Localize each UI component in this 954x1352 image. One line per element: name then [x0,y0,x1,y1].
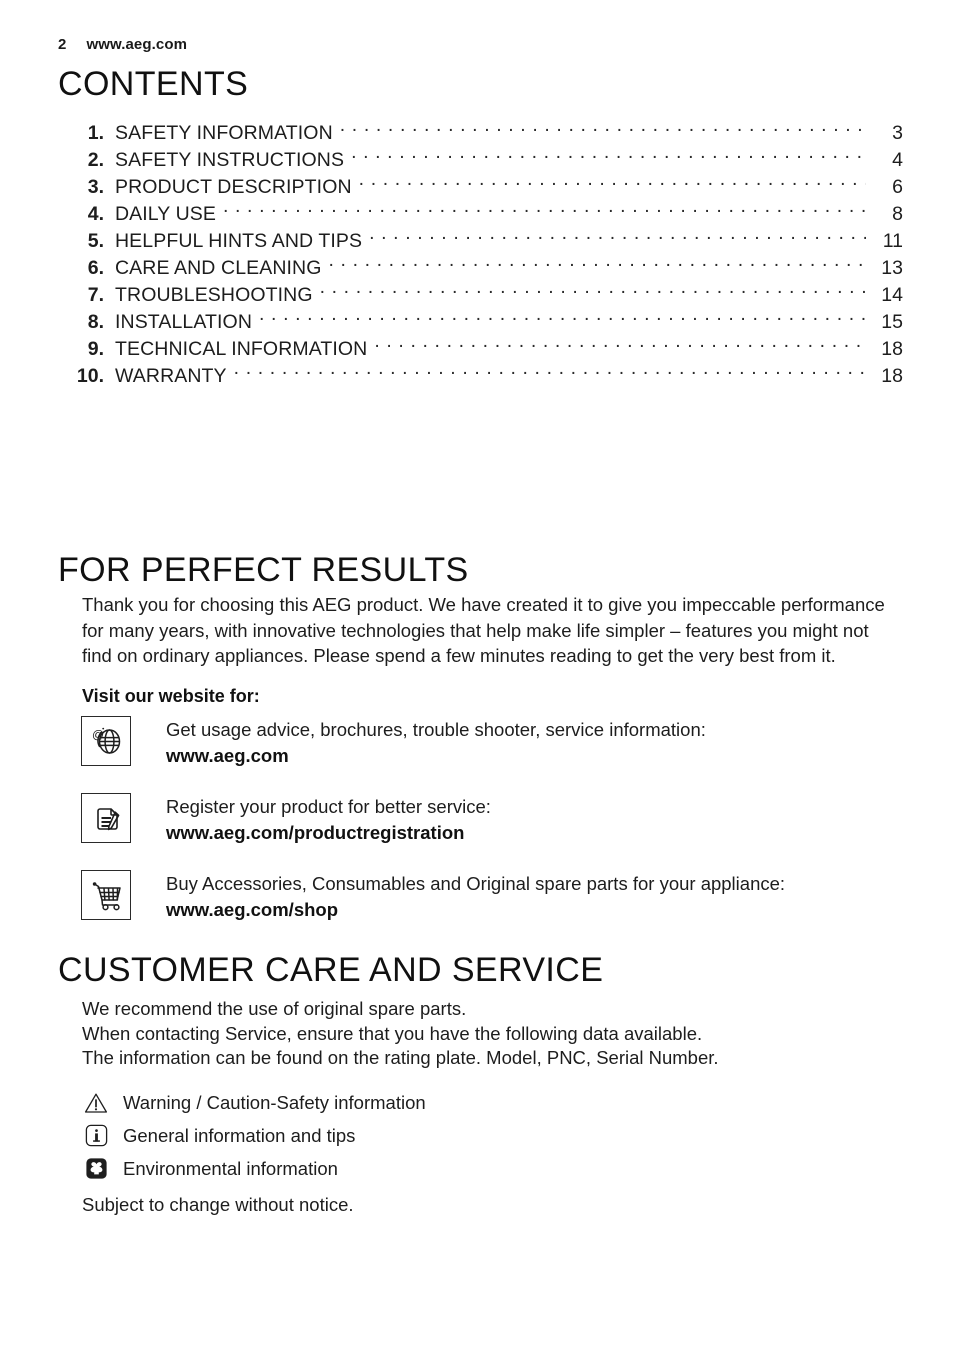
link-text: Get usage advice, brochures, trouble sho… [166,716,706,768]
link-text: Register your product for better service… [166,793,491,845]
legend-item: Warning / Caution-Safety information [83,1086,426,1119]
page-header: 2 www.aeg.com [58,36,187,53]
footnote: Subject to change without notice. [82,1194,354,1215]
customer-care-line: We recommend the use of original spare p… [82,998,467,1019]
perfect-results-paragraph: Thank you for choosing this AEG product.… [82,594,885,666]
toc-leader [351,147,866,166]
toc-entry[interactable]: 3. PRODUCT DESCRIPTION 6 [58,174,903,201]
toc-page-number: 15 [881,311,903,333]
toc-entry[interactable]: 9. TECHNICAL INFORMATION 18 [58,336,903,363]
toc-entry[interactable]: 1. SAFETY INFORMATION 3 [58,120,903,147]
toc-leader [329,255,867,274]
toc-entry[interactable]: 7. TROUBLESHOOTING 14 [58,282,903,309]
website-links-list: @ Get usage advice, brochures, trouble s… [81,716,911,947]
list-item[interactable]: @ Get usage advice, brochures, trouble s… [81,716,911,793]
toc-entry[interactable]: 5. HELPFUL HINTS AND TIPS 11 [58,228,903,255]
document-page: 2 www.aeg.com CONTENTS 1. SAFETY INFORMA… [0,0,954,1352]
link-description: Get usage advice, brochures, trouble sho… [166,719,706,740]
toc-page-number: 4 [892,149,903,171]
link-url[interactable]: www.aeg.com [166,744,706,768]
svg-text:@: @ [92,728,104,742]
toc-label: CARE AND CLEANING [115,257,322,279]
legend-label: Environmental information [123,1157,338,1179]
toc-number: 8. [87,311,104,333]
toc-number: 4. [87,203,104,225]
link-text: Buy Accessories, Consumables and Origina… [166,870,785,922]
legend-item: Environmental information [83,1152,426,1185]
environment-leaf-icon [83,1156,109,1182]
info-icon [83,1123,109,1149]
toc-page-number: 18 [881,365,903,387]
link-url[interactable]: www.aeg.com/productregistration [166,821,491,845]
toc-number: 1. [87,122,104,144]
customer-care-text: We recommend the use of original spare p… [82,997,892,1071]
contents-heading: CONTENTS [58,65,249,103]
warning-triangle-icon [83,1090,109,1116]
toc-label: DAILY USE [115,203,216,225]
globe-at-icon: @ [81,716,131,766]
toc-number: 6. [87,257,104,279]
customer-care-line: When contacting Service, ensure that you… [82,1022,703,1044]
symbol-legend: Warning / Caution-Safety information Gen… [83,1086,426,1185]
toc-number: 9. [87,338,104,360]
toc-leader [359,174,866,193]
table-of-contents: 1. SAFETY INFORMATION 3 2. SAFETY INSTRU… [58,120,903,390]
toc-number: 2. [87,149,104,171]
toc-number: 3. [87,176,104,198]
document-pen-icon [81,793,131,843]
list-item[interactable]: Buy Accessories, Consumables and Origina… [81,870,911,947]
toc-leader [234,363,866,382]
toc-page-number: 6 [892,176,903,198]
toc-label: TROUBLESHOOTING [115,284,313,306]
toc-page-number: 14 [881,284,903,306]
shopping-cart-icon [81,870,131,920]
toc-number: 5. [87,230,104,252]
legend-label: General information and tips [123,1124,356,1146]
toc-entry[interactable]: 10. WARRANTY 18 [58,363,903,390]
toc-entry[interactable]: 8. INSTALLATION 15 [58,309,903,336]
toc-number: 10. [76,365,104,387]
toc-page-number: 3 [892,122,903,144]
list-item[interactable]: Register your product for better service… [81,793,911,870]
toc-leader [320,282,866,301]
toc-label: SAFETY INFORMATION [115,122,333,144]
customer-care-heading: CUSTOMER CARE AND SERVICE [58,951,604,989]
toc-label: PRODUCT DESCRIPTION [115,176,352,198]
legend-item: General information and tips [83,1119,426,1152]
toc-leader [374,336,866,355]
visit-website-label: Visit our website for: [82,686,260,706]
link-description: Buy Accessories, Consumables and Origina… [166,873,786,894]
toc-leader [369,228,866,247]
link-url[interactable]: www.aeg.com/shop [166,898,785,922]
toc-number: 7. [87,284,104,306]
customer-care-line: The information can be found on the rati… [82,1047,719,1068]
toc-page-number: 13 [881,257,903,279]
toc-leader [340,120,866,139]
header-website: www.aeg.com [86,36,188,53]
legend-label: Warning / Caution-Safety information [123,1091,426,1113]
toc-leader [223,201,866,220]
toc-label: TECHNICAL INFORMATION [115,338,368,360]
page-number: 2 [58,36,67,53]
toc-entry[interactable]: 2. SAFETY INSTRUCTIONS 4 [58,147,903,174]
toc-label: INSTALLATION [115,311,253,333]
link-description: Register your product for better service… [166,796,491,817]
toc-entry[interactable]: 4. DAILY USE 8 [58,201,903,228]
toc-page-number: 18 [881,338,903,360]
toc-page-number: 8 [892,203,903,225]
toc-label: HELPFUL HINTS AND TIPS [115,230,363,252]
toc-page-number: 11 [882,230,903,252]
perfect-results-heading: FOR PERFECT RESULTS [58,551,469,589]
toc-label: SAFETY INSTRUCTIONS [115,149,345,171]
toc-label: WARRANTY [115,365,227,387]
toc-entry[interactable]: 6. CARE AND CLEANING 13 [58,255,903,282]
toc-leader [259,309,866,328]
